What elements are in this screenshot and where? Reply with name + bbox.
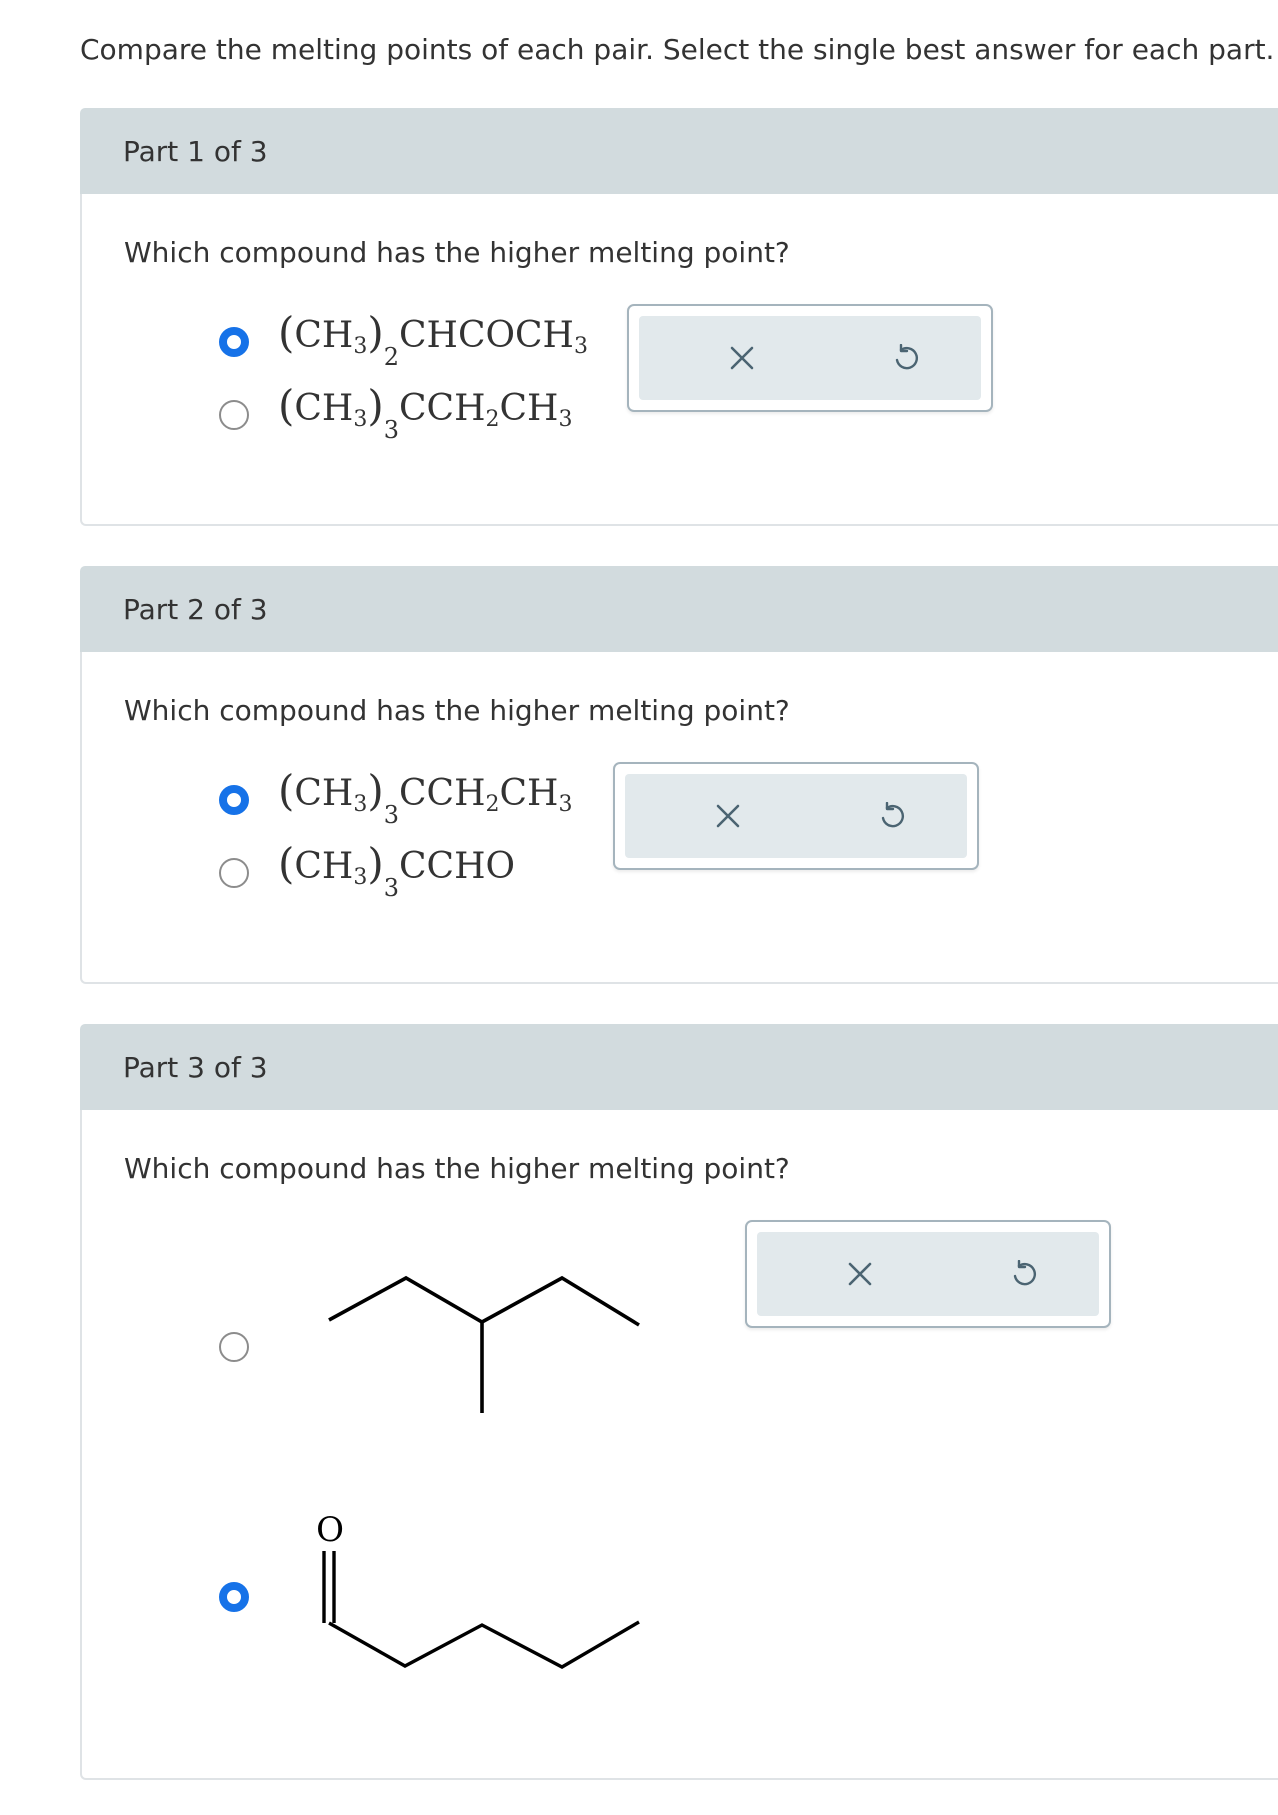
part-3-option-2-structure[interactable]: O	[300, 1505, 650, 1675]
part-2-option-2-formula[interactable]: (CH3)3CCHO	[278, 843, 515, 901]
part-3-header: Part 3 of 3	[80, 1024, 1278, 1110]
part-1-title: Part 1 of 3	[123, 135, 268, 168]
part-2-undo-button[interactable]	[872, 796, 912, 836]
undo-icon	[895, 344, 918, 370]
part-3-option-1-structure[interactable]	[320, 1270, 650, 1420]
part-1-header: Part 1 of 3	[80, 108, 1278, 194]
part-2-option-1-radio[interactable]	[219, 785, 249, 815]
part-1-option-1-formula[interactable]: (CH3)2CHCOCH3	[278, 312, 588, 370]
close-icon	[716, 804, 739, 828]
part-1-toolbar	[627, 304, 993, 412]
part-1-question: Which compound has the higher melting po…	[124, 236, 790, 269]
part-2-question: Which compound has the higher melting po…	[124, 694, 790, 727]
carbon-chain	[328, 1620, 640, 1669]
part-2-option-2-radio[interactable]	[219, 858, 249, 888]
undo-icon	[1013, 1260, 1036, 1286]
part-3-toolbar-inner	[757, 1232, 1099, 1316]
undo-icon	[881, 802, 904, 828]
part-1-option-2-radio[interactable]	[219, 400, 249, 430]
carbon-chain	[328, 1275, 640, 1327]
part-3-question: Which compound has the higher melting po…	[124, 1152, 790, 1185]
part-2-toolbar	[613, 762, 979, 870]
part-3-body: Which compound has the higher melting po…	[80, 1110, 1278, 1780]
part-3-title: Part 3 of 3	[123, 1051, 268, 1084]
part-2-header: Part 2 of 3	[80, 566, 1278, 652]
part-1-toolbar-inner	[639, 316, 981, 400]
part-3-option-2-radio[interactable]	[219, 1582, 249, 1612]
part-2-clear-button[interactable]	[708, 796, 748, 836]
oxygen-atom-label: O	[316, 1510, 344, 1550]
part-1-undo-button[interactable]	[886, 338, 926, 378]
part-2-title: Part 2 of 3	[123, 593, 268, 626]
part-1-option-1-radio[interactable]	[219, 327, 249, 357]
close-icon	[730, 346, 753, 370]
part-1-clear-button[interactable]	[722, 338, 762, 378]
part-3-clear-button[interactable]	[840, 1254, 880, 1294]
part-3-undo-button[interactable]	[1004, 1254, 1044, 1294]
part-3-option-1-radio[interactable]	[219, 1332, 249, 1362]
part-1-option-2-formula[interactable]: (CH3)3CCH2CH3	[278, 385, 572, 443]
close-icon	[848, 1262, 871, 1286]
part-2-option-1-formula[interactable]: (CH3)3CCH2CH3	[278, 770, 572, 828]
part-3-toolbar	[745, 1220, 1111, 1328]
instructions: Compare the melting points of each pair.…	[80, 33, 1275, 66]
part-2-toolbar-inner	[625, 774, 967, 858]
